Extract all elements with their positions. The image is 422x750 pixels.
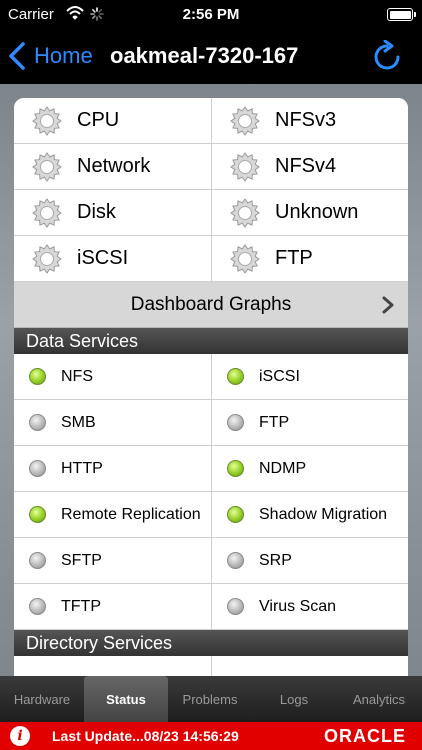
graph-item[interactable]: FTP: [212, 236, 408, 282]
status-bar: Carrier 2:56 PM: [0, 0, 422, 30]
data-service-label: Virus Scan: [259, 597, 337, 615]
status-indicator-icon: [29, 368, 46, 385]
oracle-logo: ORACLE: [324, 726, 406, 746]
data-service-label: SFTP: [61, 551, 102, 569]
gear-icon: [230, 151, 260, 182]
data-service-item[interactable]: FTP: [212, 400, 408, 446]
data-service-item[interactable]: TFTP: [14, 584, 212, 630]
data-service-item[interactable]: SMB: [14, 400, 212, 446]
gear-icon: [230, 243, 260, 274]
data-service-item[interactable]: HTTP: [14, 446, 212, 492]
data-service-item[interactable]: NDMP: [212, 446, 408, 492]
gear-icon: [230, 197, 260, 228]
graph-item[interactable]: Network: [14, 144, 212, 190]
status-indicator-icon: [227, 598, 244, 615]
graph-item[interactable]: NFSv4: [212, 144, 408, 190]
data-service-item[interactable]: NFS: [14, 354, 212, 400]
data-services-grid: NFS iSCSI SMB FTP HTTP NDMP Remote Replication…: [14, 354, 408, 630]
refresh-icon[interactable]: [372, 40, 402, 72]
tab-hardware[interactable]: Hardware: [0, 676, 84, 722]
data-service-item[interactable]: Remote Replication: [14, 492, 212, 538]
dashboard-graphs-label: Dashboard Graphs: [130, 293, 292, 315]
data-service-label: Remote Replication: [61, 505, 201, 523]
gear-icon: [32, 105, 62, 136]
footer-bar: i Last Update...08/23 14:56:29 ORACLE: [0, 722, 422, 750]
graph-item-label: Network: [77, 155, 151, 177]
page-title: oakmeal-7320-167: [110, 43, 299, 68]
data-service-item[interactable]: SRP: [212, 538, 408, 584]
data-service-label: FTP: [259, 413, 290, 431]
chevron-left-icon: [9, 42, 25, 70]
directory-service-item[interactable]: [14, 656, 212, 676]
status-indicator-icon: [29, 552, 46, 569]
tab-label: Hardware: [13, 691, 71, 707]
status-indicator-icon: [29, 414, 46, 431]
tab-label: Problems: [182, 691, 238, 707]
graph-item[interactable]: Unknown: [212, 190, 408, 236]
graph-item-label: FTP: [275, 247, 313, 269]
graphs-grid: CPU NFSv3 Network NFSv4 Disk Unknown iSCSI FTP: [14, 98, 408, 282]
tab-analytics[interactable]: Analytics: [336, 676, 422, 722]
status-indicator-icon: [29, 598, 46, 615]
status-indicator-icon: [227, 460, 244, 477]
tab-label: Status: [106, 691, 146, 707]
gear-icon: [230, 105, 260, 136]
data-service-label: NDMP: [259, 459, 307, 477]
data-service-label: SRP: [259, 551, 292, 569]
status-content: CPU NFSv3 Network NFSv4 Disk Unknown iSCSI FTP …: [0, 84, 422, 676]
data-service-item[interactable]: SFTP: [14, 538, 212, 584]
graph-item[interactable]: Disk: [14, 190, 212, 236]
tab-label: Analytics: [352, 691, 406, 707]
graph-item-label: NFSv3: [275, 109, 337, 131]
back-button[interactable]: Home: [8, 42, 93, 70]
status-indicator-icon: [227, 552, 244, 569]
gear-icon: [32, 197, 62, 228]
data-service-label: NFS: [61, 367, 93, 385]
gear-icon: [32, 151, 62, 182]
graph-item-label: iSCSI: [77, 247, 129, 269]
graph-item[interactable]: CPU: [14, 98, 212, 144]
graph-item-label: Disk: [77, 201, 116, 223]
data-service-label: HTTP: [61, 459, 103, 477]
back-label: Home: [34, 43, 93, 68]
battery-icon: [387, 8, 416, 21]
graph-item-label: NFSv4: [275, 155, 337, 177]
data-service-label: iSCSI: [259, 367, 300, 385]
data-service-item[interactable]: Virus Scan: [212, 584, 408, 630]
info-icon[interactable]: i: [10, 726, 30, 746]
data-services-header: Data Services: [14, 328, 408, 354]
directory-services-header: Directory Services: [14, 630, 408, 656]
graph-item[interactable]: iSCSI: [14, 236, 212, 282]
graph-item-label: CPU: [77, 109, 120, 131]
tab-label: Logs: [279, 691, 309, 707]
status-indicator-icon: [29, 460, 46, 477]
status-indicator-icon: [29, 506, 46, 523]
status-panel: CPU NFSv3 Network NFSv4 Disk Unknown iSCSI FTP …: [14, 98, 408, 676]
data-service-item[interactable]: iSCSI: [212, 354, 408, 400]
navigation-bar: Home oakmeal-7320-167: [0, 30, 422, 84]
data-service-label: Shadow Migration: [259, 505, 388, 523]
clock: 2:56 PM: [182, 6, 240, 23]
tab-logs[interactable]: Logs: [252, 676, 336, 722]
last-update-label: Last Update...08/23 14:56:29: [52, 728, 239, 744]
graph-item[interactable]: NFSv3: [212, 98, 408, 144]
status-indicator-icon: [227, 506, 244, 523]
tab-problems[interactable]: Problems: [168, 676, 252, 722]
status-indicator-icon: [227, 368, 244, 385]
status-indicator-icon: [227, 414, 244, 431]
directory-services-grid: [14, 656, 408, 676]
directory-service-item[interactable]: [212, 656, 408, 676]
gear-icon: [32, 243, 62, 274]
data-service-label: TFTP: [61, 597, 101, 615]
data-service-item[interactable]: Shadow Migration: [212, 492, 408, 538]
dashboard-graphs-button[interactable]: Dashboard Graphs: [14, 282, 408, 328]
data-service-label: SMB: [61, 413, 96, 431]
tab-bar: Hardware Status Problems Logs Analytics: [0, 676, 422, 722]
chevron-right-icon: [382, 296, 394, 314]
graph-item-label: Unknown: [275, 201, 359, 223]
tab-status[interactable]: Status: [84, 676, 168, 722]
